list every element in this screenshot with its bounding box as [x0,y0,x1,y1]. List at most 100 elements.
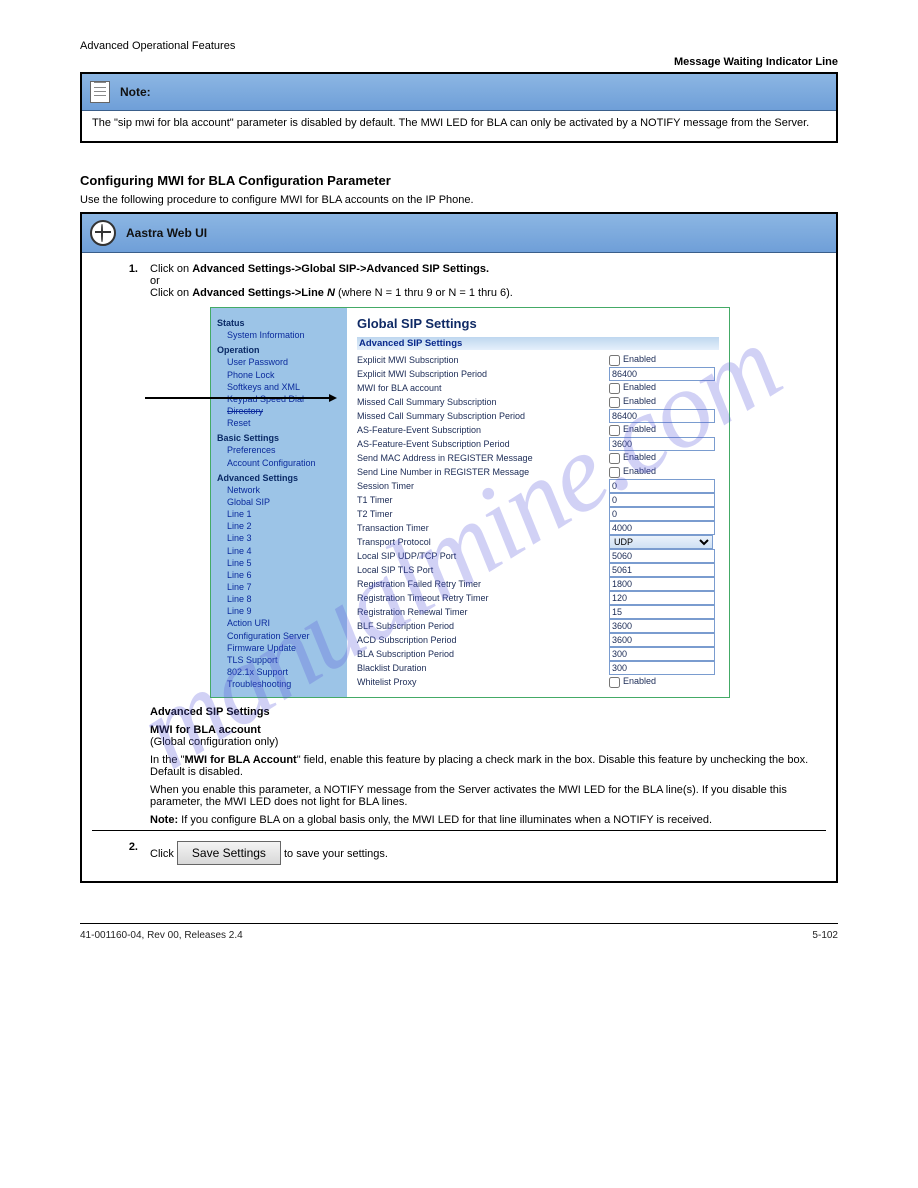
step-row-2: 2. Click Save Settings to save your sett… [92,831,826,870]
text-input[interactable] [609,577,715,591]
step1-line2-mid: N [327,287,335,299]
setting-label: AS-Feature-Event Subscription [357,425,609,435]
sidebar-item[interactable]: Line 3 [227,532,342,544]
setting-row: Registration Timeout Retry Timer [357,591,719,605]
save-settings-button[interactable]: Save Settings [177,841,281,865]
checkbox[interactable] [609,397,620,408]
note-icon [90,81,110,103]
text-input[interactable] [609,591,715,605]
checkbox[interactable] [609,383,620,394]
sidebar-item[interactable]: Action URI [227,617,342,629]
setting-control: UDP [609,535,719,549]
globe-icon [90,220,116,246]
setting-row: Blacklist Duration [357,661,719,675]
setting-row: Send MAC Address in REGISTER MessageEnab… [357,451,719,465]
sidebar-item[interactable]: Softkeys and XML [227,381,342,393]
webui-box: Aastra Web UI 1. Click on Advanced Setti… [80,212,838,883]
checkbox[interactable] [609,467,620,478]
checkbox[interactable] [609,677,620,688]
setting-control [609,479,719,493]
setting-row: Missed Call Summary SubscriptionEnabled [357,395,719,409]
step1-line2-bold: Advanced Settings->Line [192,287,324,299]
sidebar-item[interactable]: Account Configuration [227,457,342,469]
sidebar-item[interactable]: Line 8 [227,593,342,605]
sidebar-item[interactable]: Line 5 [227,557,342,569]
setting-control [609,591,719,605]
text-input[interactable] [609,647,715,661]
setting-row: Send Line Number in REGISTER MessageEnab… [357,465,719,479]
setting-row: Registration Failed Retry Timer [357,577,719,591]
step1-or: or [150,275,160,287]
setting-row: Local SIP UDP/TCP Port [357,549,719,563]
footer: 41-001160-04, Rev 00, Releases 2.4 5-102 [80,923,838,941]
setting-label: Blacklist Duration [357,663,609,673]
sidebar-item[interactable]: Line 1 [227,508,342,520]
setting-row: MWI for BLA accountEnabled [357,381,719,395]
text-input[interactable] [609,521,715,535]
sidebar-item[interactable]: Firmware Update [227,642,342,654]
text-input[interactable] [609,549,715,563]
setting-control: Enabled [609,354,719,365]
text-input[interactable] [609,437,715,451]
enabled-label: Enabled [623,424,656,434]
sidebar-item[interactable]: Global SIP [227,496,342,508]
setting-label: Missed Call Summary Subscription [357,397,609,407]
header-subtitle: Message Waiting Indicator Line [80,56,838,68]
setting-control [609,577,719,591]
footer-left: 41-001160-04, Rev 00, Releases 2.4 [80,930,243,941]
setting-row: Local SIP TLS Port [357,563,719,577]
sidebar-item[interactable]: Reset [227,417,342,429]
setting-control: Enabled [609,466,719,477]
select[interactable]: UDP [609,535,713,549]
sidebar-item[interactable]: Line 9 [227,605,342,617]
note-bar: Note: [82,74,836,111]
enabled-label: Enabled [623,354,656,364]
text-input[interactable] [609,409,715,423]
checkbox[interactable] [609,425,620,436]
setting-control [609,661,719,675]
text-input[interactable] [609,563,715,577]
setting-control [609,437,719,451]
sidebar-item[interactable]: Network [227,484,342,496]
sidebar-item[interactable]: TLS Support [227,654,342,666]
setting-control: Enabled [609,396,719,407]
sidebar-item[interactable]: Line 2 [227,520,342,532]
text-input[interactable] [609,367,715,381]
sidebar-item[interactable]: Troubleshooting [227,678,342,690]
setting-row: T1 Timer [357,493,719,507]
setting-row: Explicit MWI SubscriptionEnabled [357,353,719,367]
step-row-1: 1. Click on Advanced Settings->Global SI… [92,259,826,831]
setting-label: ACD Subscription Period [357,635,609,645]
sidebar-item[interactable]: User Password [227,356,342,368]
sidebar-item[interactable]: Preferences [227,444,342,456]
text-input[interactable] [609,619,715,633]
content-title: Global SIP Settings [357,316,719,331]
sidebar-group: Operation [217,344,342,356]
text-input[interactable] [609,493,715,507]
text-input[interactable] [609,479,715,493]
field-name: MWI for BLA account [150,724,820,736]
sidebar-item[interactable]: Line 4 [227,545,342,557]
sidebar-item[interactable]: Directory [227,405,342,417]
sidebar-group: Advanced Settings [217,472,342,484]
para3: When you enable this parameter, a NOTIFY… [150,784,820,808]
para2-bold: MWI for BLA Account [184,754,296,766]
checkbox[interactable] [609,355,620,366]
step2-pre: Click [150,848,177,860]
sidebar-group: Status [217,317,342,329]
sidebar-item[interactable]: Line 7 [227,581,342,593]
note-title: Note: [120,85,151,99]
sidebar-item[interactable]: Phone Lock [227,369,342,381]
enabled-label: Enabled [623,452,656,462]
checkbox[interactable] [609,453,620,464]
text-input[interactable] [609,661,715,675]
sidebar-group: Basic Settings [217,432,342,444]
sidebar-item[interactable]: Configuration Server [227,630,342,642]
text-input[interactable] [609,633,715,647]
text-input[interactable] [609,507,715,521]
sidebar-item[interactable]: 802.1x Support [227,666,342,678]
sidebar-item[interactable]: Line 6 [227,569,342,581]
sidebar-item[interactable]: Keypad Speed Dial [227,393,342,405]
text-input[interactable] [609,605,715,619]
sidebar-item[interactable]: System Information [227,329,342,341]
